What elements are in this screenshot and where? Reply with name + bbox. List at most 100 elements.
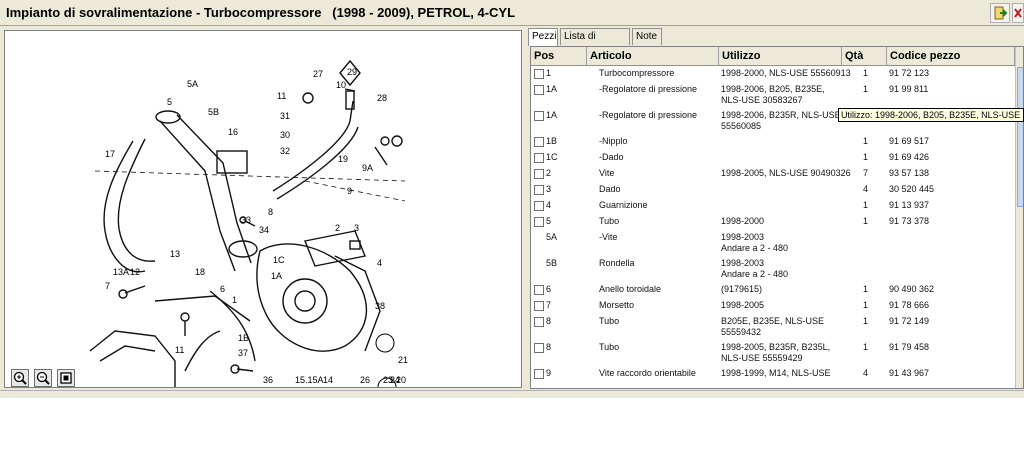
- window-title: Impianto di sovralimentazione - Turbocom…: [6, 5, 516, 20]
- table-row[interactable]: 5B Rondella 1998-2003 Andare a 2 - 480: [531, 256, 1015, 282]
- tab-lista-di-selezione[interactable]: Lista di selezione: [560, 28, 630, 58]
- callout-label[interactable]: 34: [259, 225, 269, 235]
- exploded-diagram[interactable]: 5A55B161727 2910281131303299A191833341313…: [5, 31, 521, 387]
- callout-label[interactable]: 6: [220, 284, 225, 294]
- callout-label[interactable]: 36: [263, 375, 273, 385]
- row-checkbox[interactable]: [534, 85, 544, 95]
- callout-label[interactable]: 11: [277, 91, 286, 101]
- table-row[interactable]: 5 Tubo 1998-2000 1 91 73 378: [531, 214, 1015, 230]
- row-checkbox[interactable]: [534, 137, 544, 147]
- row-checkbox[interactable]: [534, 185, 544, 195]
- callout-label[interactable]: 7: [105, 281, 110, 291]
- exploded-diagram-panel[interactable]: 5A 5 5B 16 17 27 29 10 28 11 31 30 32 9 9A 19 18 33 34 13 13…: [4, 30, 522, 388]
- row-checkbox[interactable]: [534, 343, 544, 353]
- table-row[interactable]: 7 Morsetto 1998-2005 1 91 78 666: [531, 298, 1015, 314]
- callout-label[interactable]: 33: [241, 215, 251, 225]
- cell-articolo: -Dado: [599, 152, 624, 162]
- scrollbar-thumb[interactable]: [1017, 67, 1023, 207]
- callout-label[interactable]: 14: [323, 375, 333, 385]
- row-checkbox[interactable]: [534, 69, 544, 79]
- callout-label[interactable]: 11: [175, 345, 184, 355]
- row-checkbox[interactable]: [534, 153, 544, 163]
- callout-label[interactable]: 10: [336, 80, 346, 90]
- callout-label[interactable]: 17: [105, 149, 115, 159]
- cell-codice-pezzo: 91 79 458: [889, 342, 930, 352]
- row-checkbox[interactable]: [534, 217, 544, 227]
- table-row[interactable]: 1 Turbocompressore 1998-2000, NLS-USE 5556…: [531, 66, 1015, 82]
- callout-label[interactable]: 27: [313, 69, 323, 79]
- table-row[interactable]: 1C -Dado 1 91 69 426: [531, 150, 1015, 166]
- column-header-utilizzo[interactable]: Utilizzo: [719, 47, 842, 65]
- callout-label[interactable]: 8: [268, 207, 273, 217]
- export-button[interactable]: [990, 3, 1010, 23]
- callout-label[interactable]: 1C: [273, 255, 285, 265]
- callout-label[interactable]: 3: [354, 223, 359, 233]
- row-checkbox[interactable]: [534, 201, 544, 211]
- callout-label[interactable]: 12: [130, 267, 140, 277]
- callout-label[interactable]: 1: [232, 295, 237, 305]
- callout-label[interactable]: 21: [398, 355, 408, 365]
- tab-note[interactable]: Note: [632, 28, 662, 45]
- table-row[interactable]: 1A -Regolatore di pressione 1998-2006, B20…: [531, 82, 1015, 108]
- callout-label[interactable]: 5: [167, 97, 172, 107]
- callout-label[interactable]: 1A: [271, 271, 282, 281]
- callout-label[interactable]: 28: [377, 93, 387, 103]
- column-header-qta[interactable]: Qtà: [842, 47, 887, 65]
- table-row[interactable]: 6 Anello toroidale (9179615) 1 90 490 362: [531, 282, 1015, 298]
- row-checkbox[interactable]: [534, 285, 544, 295]
- cell-qta: 1: [863, 316, 869, 326]
- close-button[interactable]: [1012, 3, 1024, 23]
- column-header-pos[interactable]: Pos: [531, 47, 587, 65]
- cell-articolo: -Regolatore di pressione: [599, 84, 698, 94]
- table-row[interactable]: 8 Tubo 1998-2005, B235R, B235L, NLS-USE 55…: [531, 340, 1015, 366]
- callout-label[interactable]: 1B: [238, 333, 249, 343]
- callout-label[interactable]: 9: [347, 186, 352, 196]
- callout-label[interactable]: 4: [377, 258, 382, 268]
- row-checkbox[interactable]: [534, 369, 544, 379]
- callout-label[interactable]: 18: [195, 267, 205, 277]
- table-row[interactable]: 2 Vite 1998-2005, NLS-USE 90490326 7 93 57 1…: [531, 166, 1015, 182]
- column-header-articolo[interactable]: Articolo: [587, 47, 719, 65]
- table-row[interactable]: 9 Vite raccordo orientabile 1998-1999, M14…: [531, 366, 1015, 382]
- zoom-out-icon: [36, 371, 50, 385]
- callout-label[interactable]: 26: [360, 375, 370, 385]
- callout-label[interactable]: 15.15A: [295, 375, 324, 385]
- row-checkbox[interactable]: [534, 111, 544, 121]
- fit-page-button[interactable]: [57, 369, 75, 387]
- callout-label[interactable]: 13A: [113, 267, 129, 277]
- callout-label[interactable]: 23: [383, 375, 393, 385]
- callout-label[interactable]: 38: [375, 301, 385, 311]
- table-row[interactable]: 4 Guarnizione 1 91 13 937: [531, 198, 1015, 214]
- callout-label[interactable]: 2: [335, 223, 340, 233]
- cell-articolo: Guarnizione: [599, 200, 648, 210]
- row-checkbox[interactable]: [534, 301, 544, 311]
- table-row[interactable]: 8 Tubo B205E, B235E, NLS-USE 55559432 1 91 7…: [531, 314, 1015, 340]
- cell-pos: 6: [546, 284, 552, 294]
- callout-label[interactable]: 5B: [208, 107, 219, 117]
- callout-label[interactable]: 16: [228, 127, 238, 137]
- callout-label[interactable]: 20: [396, 375, 406, 385]
- column-header-codice-pezzo[interactable]: Codice pezzo: [887, 47, 1015, 65]
- table-row[interactable]: 5A -Vite 1998-2003 Andare a 2 - 480: [531, 230, 1015, 256]
- row-checkbox[interactable]: [534, 169, 544, 179]
- callout-label[interactable]: 19: [338, 154, 348, 164]
- table-row[interactable]: 1B -Nipplo 1 91 69 517: [531, 134, 1015, 150]
- callout-label[interactable]: 13: [170, 249, 180, 259]
- table-row[interactable]: 3 Dado 4 30 520 445: [531, 182, 1015, 198]
- table-vertical-scrollbar[interactable]: [1015, 47, 1023, 388]
- callout-label[interactable]: 30: [280, 130, 290, 140]
- callout-label[interactable]: 9A: [362, 163, 373, 173]
- row-checkbox[interactable]: [534, 317, 544, 327]
- cell-qta: 1: [863, 84, 869, 94]
- cell-articolo: Vite raccordo orientabile: [599, 368, 696, 378]
- cell-utilizzo: 1998-2003 Andare a 2 - 480: [721, 258, 789, 279]
- callout-label[interactable]: 29: [347, 67, 357, 77]
- callout-label[interactable]: 32: [280, 146, 290, 156]
- zoom-in-button[interactable]: [11, 369, 29, 387]
- cell-codice-pezzo: 91 78 666: [889, 300, 930, 310]
- callout-label[interactable]: 5A: [187, 79, 198, 89]
- tab-pezzi[interactable]: Pezzi: [528, 28, 558, 46]
- callout-label[interactable]: 37: [238, 348, 248, 358]
- callout-label[interactable]: 31: [280, 111, 290, 121]
- zoom-out-button[interactable]: [34, 369, 52, 387]
